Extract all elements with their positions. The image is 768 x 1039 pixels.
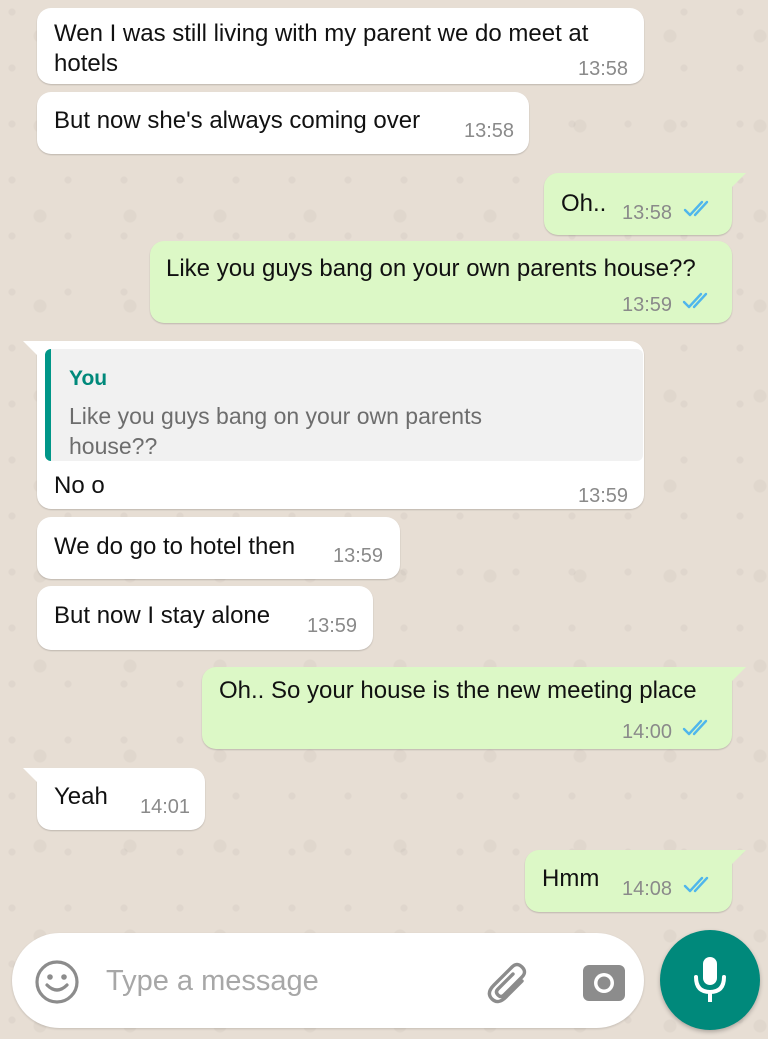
message-outgoing[interactable]: Hmm 14:08	[525, 850, 746, 912]
message-outgoing[interactable]: Oh.. 13:58	[544, 173, 746, 235]
message-incoming[interactable]: But now she's always coming over 13:58	[37, 92, 529, 154]
quoted-author: You	[69, 367, 108, 390]
message-text: No o	[54, 472, 105, 499]
message-time: 14:00	[622, 721, 673, 743]
message-text: But now I stay alone	[54, 602, 271, 629]
quoted-message[interactable]: You Like you guys bang on your own paren…	[45, 349, 643, 461]
message-time: 14:01	[140, 796, 191, 818]
chat-area: Wen I was still living with my parent we…	[0, 0, 768, 1039]
message-outgoing[interactable]: Oh.. So your house is the new meeting pl…	[202, 667, 746, 749]
message-time: 14:08	[622, 878, 673, 900]
message-text: But now she's always coming over	[54, 107, 421, 134]
message-time: 13:58	[464, 120, 515, 142]
message-text: Like you guys bang on your own parents h…	[166, 255, 696, 282]
message-text: Yeah	[54, 783, 108, 810]
emoji-icon[interactable]	[34, 959, 80, 1005]
message-incoming[interactable]: We do go to hotel then 13:59	[37, 517, 400, 579]
message-time: 13:59	[622, 294, 673, 316]
microphone-icon	[694, 957, 726, 1002]
read-ticks-icon	[682, 719, 708, 736]
message-time: 13:59	[333, 545, 384, 567]
message-text: Hmm	[542, 865, 600, 892]
message-incoming[interactable]: Yeah 14:01	[23, 768, 205, 830]
message-time: 13:58	[622, 202, 673, 224]
camera-icon[interactable]	[580, 959, 628, 1005]
read-ticks-icon	[683, 876, 709, 893]
message-incoming-reply[interactable]: You Like you guys bang on your own paren…	[23, 341, 644, 509]
microphone-button[interactable]	[660, 930, 760, 1030]
message-input[interactable]	[104, 955, 478, 1007]
message-time: 13:59	[307, 615, 358, 637]
message-text: Oh..	[561, 190, 607, 217]
message-incoming[interactable]: But now I stay alone 13:59	[37, 586, 373, 650]
message-incoming[interactable]: Wen I was still living with my parent we…	[37, 8, 644, 84]
read-ticks-icon	[682, 292, 708, 309]
message-composer	[12, 933, 644, 1028]
message-text: Oh.. So your house is the new meeting pl…	[219, 677, 697, 704]
quoted-text: Like you guys bang on your own parents h…	[69, 403, 482, 459]
message-time: 13:58	[578, 58, 629, 80]
message-text: We do go to hotel then	[54, 533, 296, 560]
message-time: 13:59	[578, 485, 629, 507]
message-outgoing[interactable]: Like you guys bang on your own parents h…	[150, 241, 732, 323]
message-text: Wen I was still living with my parent we…	[54, 20, 589, 77]
read-ticks-icon	[683, 200, 709, 217]
paperclip-icon[interactable]	[484, 959, 534, 1009]
